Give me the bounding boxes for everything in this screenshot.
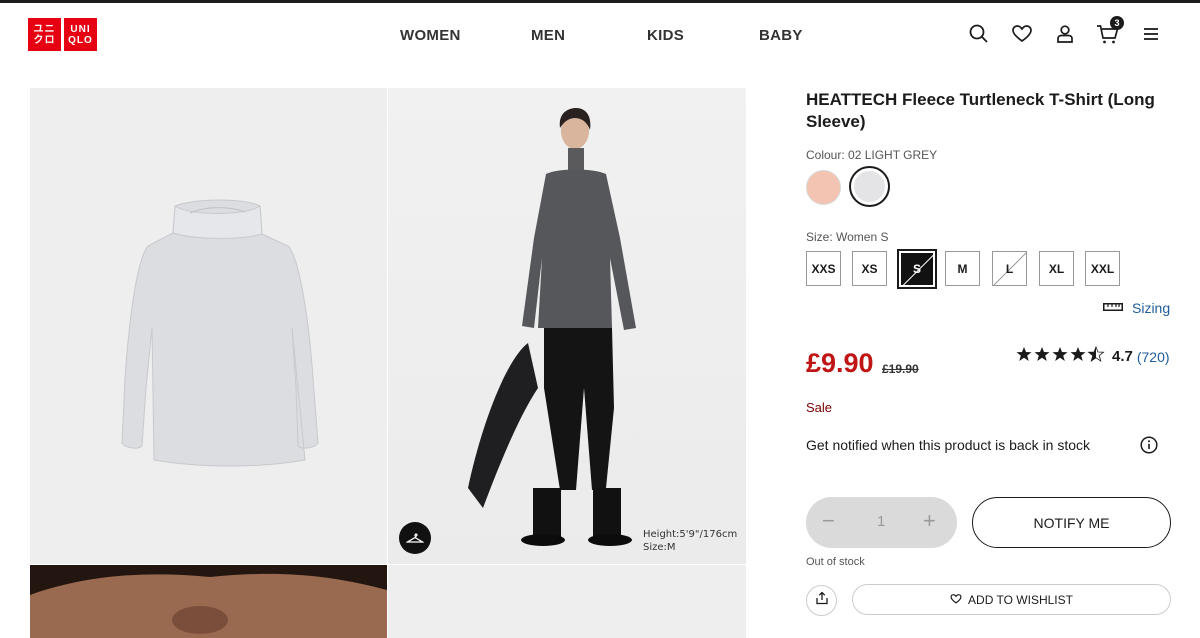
product-title: HEATTECH Fleece Turtleneck T-Shirt (Long… [806, 90, 1155, 131]
add-to-wishlist-button[interactable]: ADD TO WISHLIST [852, 584, 1171, 615]
star-icons [1016, 346, 1104, 362]
size-xxs[interactable]: XXS [806, 251, 841, 286]
size-s-label: S [912, 262, 921, 276]
model-height: Height:5'9"/176cm [643, 529, 738, 540]
wishlist-label: ADD TO WISHLIST [968, 592, 1073, 607]
hanger-icon[interactable] [399, 522, 431, 554]
cart-icon[interactable]: 3 [1096, 16, 1124, 47]
menu-icon[interactable] [1140, 23, 1164, 47]
size-m[interactable]: M [945, 251, 980, 286]
size-xs-label: XS [861, 261, 878, 276]
size-xl-label: XL [1048, 261, 1065, 276]
logo-katakana-line1: ユニ [33, 23, 56, 35]
sale-label: Sale [806, 400, 833, 415]
share-button[interactable] [806, 585, 837, 616]
model-info: Height:5'9"/176cm Size:M [643, 528, 737, 554]
colour-swatch-light-grey-fill [854, 171, 885, 202]
nav-kids[interactable]: KIDS [647, 27, 684, 44]
logo-latin-line2: QLO [68, 34, 93, 46]
colour-label: Colour: 02 LIGHT GREY [806, 148, 938, 162]
rating-count[interactable]: (720) [1137, 349, 1170, 365]
sale-price: £9.90 [806, 348, 874, 378]
heart-icon [950, 593, 962, 607]
product-image-4[interactable] [388, 565, 746, 638]
model-illustration [468, 108, 636, 546]
logo-katakana-line2: クロ [33, 34, 56, 46]
user-icon[interactable] [1054, 23, 1078, 47]
logo-latin: UNI QLO [64, 18, 97, 51]
colour-swatch-pink[interactable] [806, 170, 841, 205]
size-xs[interactable]: XS [852, 251, 887, 286]
size-m-label: M [957, 261, 968, 276]
size-xl[interactable]: XL [1039, 251, 1074, 286]
quantity-stepper: − 1 + [806, 497, 957, 548]
nav-men[interactable]: MEN [531, 27, 565, 44]
size-xxl-label: XXL [1090, 261, 1115, 276]
rating-stars [1016, 346, 1106, 367]
back-in-stock-text: Get notified when this product is back i… [806, 437, 1091, 453]
sizing-link[interactable]: Sizing [1103, 299, 1170, 317]
quantity-decrease-button[interactable]: − [822, 508, 835, 534]
model-size: Size:M [643, 542, 676, 553]
size-l[interactable]: L [992, 251, 1027, 286]
size-xxs-label: XXS [811, 261, 836, 276]
quantity-value: 1 [877, 513, 886, 530]
product-image-flat[interactable] [30, 88, 387, 564]
heart-icon[interactable] [1011, 23, 1035, 47]
size-label: Size: Women S [806, 230, 889, 244]
turtleneck-shirt-illustration [121, 199, 319, 467]
info-icon[interactable] [1140, 436, 1158, 454]
size-s[interactable]: S [897, 249, 937, 289]
stock-status: Out of stock [806, 556, 865, 568]
size-xxl[interactable]: XXL [1085, 251, 1120, 286]
product-image-model[interactable]: Height:5'9"/176cm Size:M [388, 88, 746, 564]
notify-me-button[interactable]: NOTIFY ME [972, 497, 1171, 548]
logo-katakana: ユニ クロ [28, 18, 61, 51]
product-rating[interactable]: 4.7 (720) [1016, 346, 1170, 367]
nav-women[interactable]: WOMEN [400, 27, 461, 44]
site-header: ユニ クロ UNI QLO WOMEN MEN KIDS BABY 3 [0, 3, 1200, 69]
ruler-icon [1103, 299, 1123, 317]
colour-swatch-light-grey[interactable] [849, 166, 890, 207]
size-l-label: L [1005, 261, 1014, 276]
rating-value: 4.7 [1112, 348, 1133, 365]
search-icon[interactable] [968, 23, 992, 47]
sizing-label: Sizing [1132, 300, 1171, 316]
product-image-closeup[interactable] [30, 565, 387, 638]
share-icon [815, 591, 829, 610]
original-price: £19.90 [882, 362, 919, 376]
logo-latin-line1: UNI [70, 23, 91, 35]
quantity-increase-button[interactable]: + [923, 508, 936, 534]
face-closeup-illustration [30, 565, 387, 638]
uniqlo-logo[interactable]: ユニ クロ UNI QLO [28, 18, 97, 51]
cart-count-badge: 3 [1110, 16, 1124, 30]
nav-baby[interactable]: BABY [759, 27, 803, 44]
